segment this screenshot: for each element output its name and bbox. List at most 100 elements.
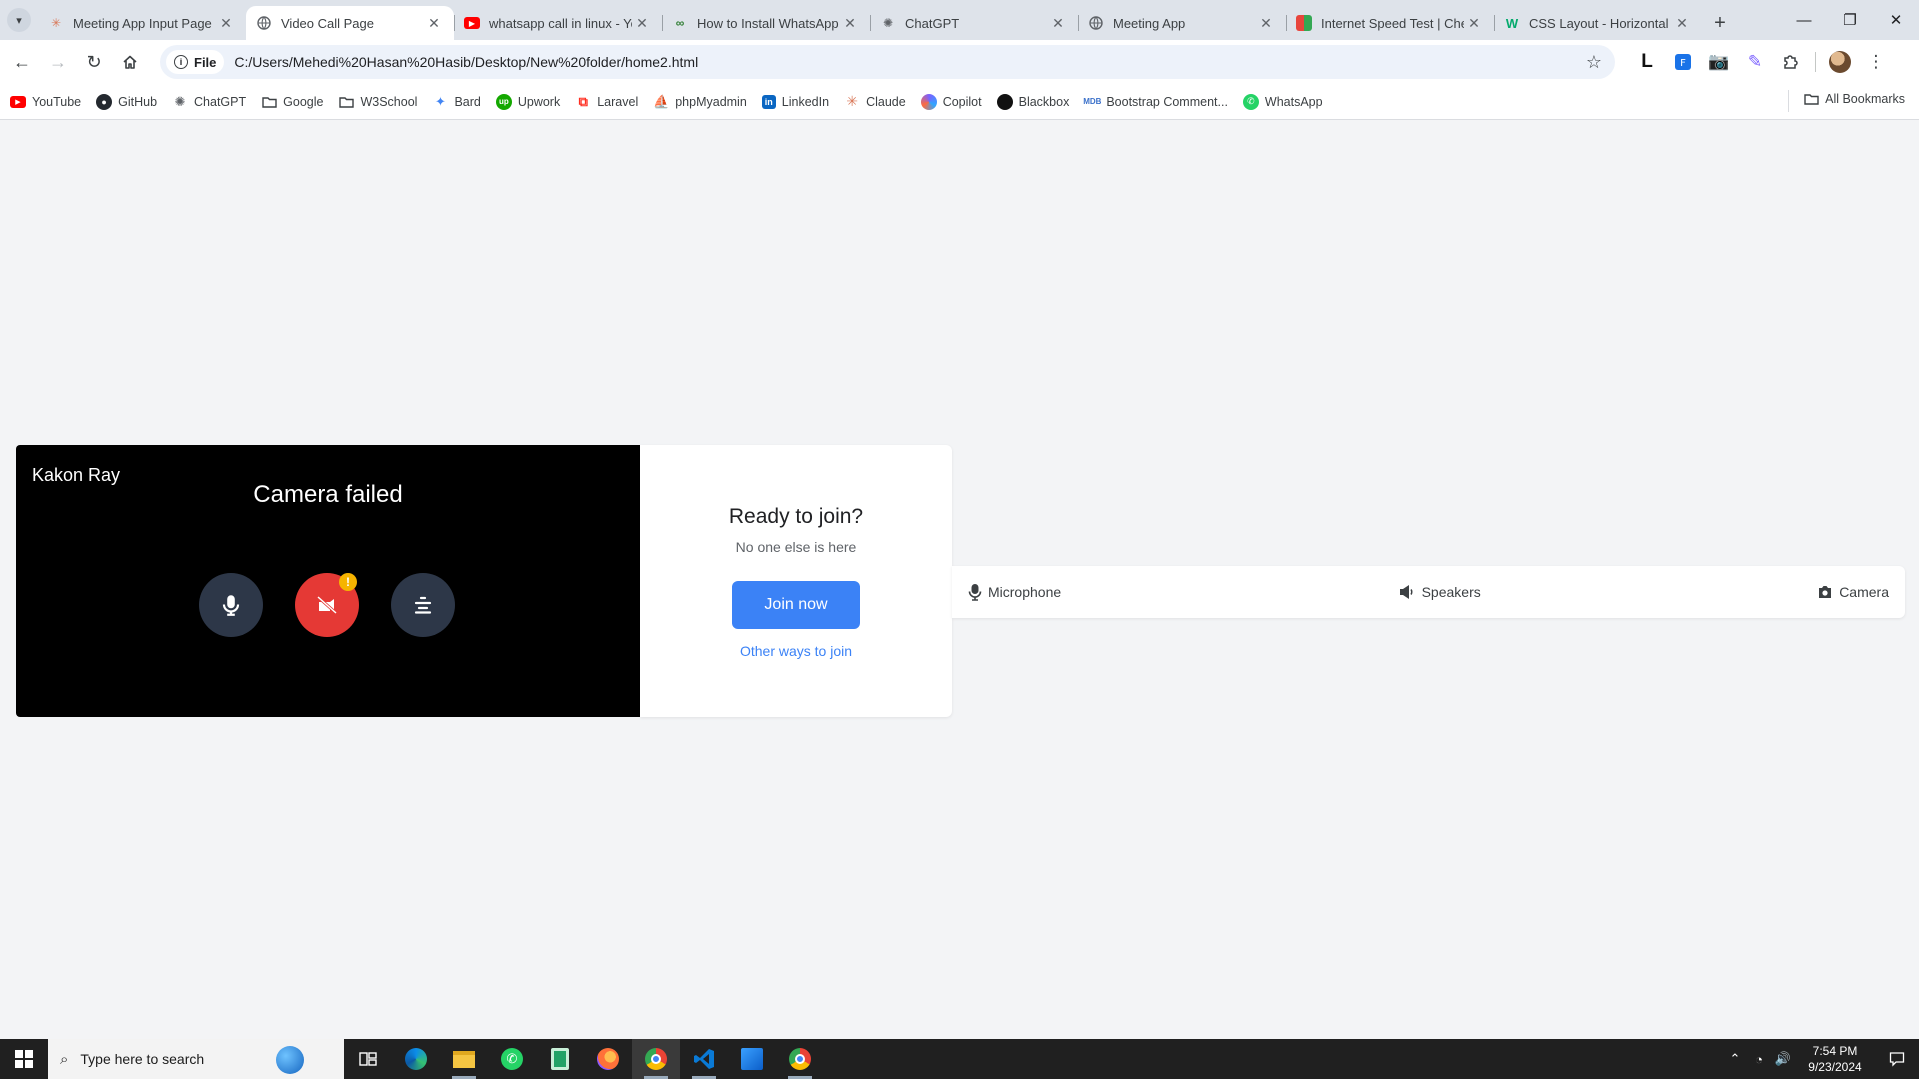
tab[interactable]: Internet Speed Test | Che ✕ bbox=[1286, 6, 1494, 40]
close-icon[interactable]: ✕ bbox=[1672, 15, 1692, 32]
site-info-chip[interactable]: i File bbox=[166, 50, 225, 74]
effects-button[interactable] bbox=[391, 573, 455, 637]
tab[interactable]: Meeting App ✕ bbox=[1078, 6, 1286, 40]
avatar bbox=[1829, 51, 1851, 73]
close-icon[interactable]: ✕ bbox=[1464, 15, 1484, 32]
forward-button[interactable]: → bbox=[40, 44, 76, 80]
firefox-taskbar-icon[interactable] bbox=[584, 1039, 632, 1079]
bookmark-linkedin[interactable]: in LinkedIn bbox=[761, 94, 829, 109]
close-icon[interactable]: ✕ bbox=[424, 15, 444, 32]
join-now-button[interactable]: Join now bbox=[732, 581, 860, 629]
chevron-up-icon[interactable]: ⌃ bbox=[1723, 1051, 1747, 1067]
extension-l-icon[interactable]: L bbox=[1629, 44, 1665, 80]
bookmark-star-icon[interactable]: ☆ bbox=[1579, 52, 1609, 73]
bookmark-label: ChatGPT bbox=[194, 94, 247, 109]
close-icon[interactable]: ✕ bbox=[632, 15, 652, 32]
clock[interactable]: 7:54 PM 9/23/2024 bbox=[1795, 1043, 1875, 1075]
network-icon[interactable]: ◔ bbox=[1747, 1052, 1771, 1067]
taskbar-search[interactable]: ⌕ Type here to search bbox=[48, 1039, 344, 1079]
microphone-select[interactable]: Microphone bbox=[968, 583, 1061, 601]
start-button[interactable] bbox=[0, 1039, 48, 1079]
bookmark-chatgpt[interactable]: ✺ ChatGPT bbox=[172, 94, 247, 110]
bookmark-claude[interactable]: ✳ Claude bbox=[844, 93, 906, 110]
close-icon[interactable]: ✕ bbox=[216, 15, 236, 32]
bookmark-copilot[interactable]: Copilot bbox=[920, 93, 982, 110]
tab[interactable]: ✺ ChatGPT ✕ bbox=[870, 6, 1078, 40]
browser-toolbar: ← → ↻ i File C:/Users/Mehedi%20Hasan%20H… bbox=[0, 40, 1919, 84]
clock-date: 9/23/2024 bbox=[1808, 1060, 1862, 1074]
bookmark-folder-w3school[interactable]: W3School bbox=[338, 94, 417, 110]
minimize-button[interactable]: — bbox=[1781, 0, 1827, 40]
other-ways-to-join-link[interactable]: Other ways to join bbox=[640, 643, 952, 659]
bookmark-blackbox[interactable]: Blackbox bbox=[996, 93, 1070, 110]
menu-button[interactable]: ⋮ bbox=[1858, 44, 1894, 80]
tab[interactable]: ∞ How to Install WhatsApp ✕ bbox=[662, 6, 870, 40]
speakers-select[interactable]: Speakers bbox=[1398, 584, 1481, 600]
tab[interactable]: ✳ Meeting App Input Page ✕ bbox=[38, 6, 246, 40]
url-text[interactable]: C:/Users/Mehedi%20Hasan%20Hasib/Desktop/… bbox=[234, 54, 1579, 70]
claude-icon: ✳ bbox=[846, 93, 858, 109]
bookmark-label: GitHub bbox=[118, 94, 158, 109]
notifications-button[interactable] bbox=[1875, 1051, 1919, 1067]
upwork-icon: up bbox=[495, 93, 512, 110]
edge-taskbar-icon[interactable] bbox=[392, 1039, 440, 1079]
bookmark-upwork[interactable]: up Upwork bbox=[495, 93, 560, 110]
bookmark-youtube[interactable]: ▶ YouTube bbox=[10, 95, 81, 109]
chrome-taskbar-icon[interactable] bbox=[632, 1039, 680, 1079]
extension-translate-icon[interactable]: F bbox=[1665, 44, 1701, 80]
bookmark-folder-google[interactable]: Google bbox=[261, 94, 323, 110]
task-view-button[interactable] bbox=[344, 1039, 392, 1079]
linkedin-icon: in bbox=[761, 94, 776, 109]
arrow-left-icon: ← bbox=[13, 51, 31, 72]
bookmark-laravel[interactable]: ⧉ Laravel bbox=[575, 94, 639, 110]
camera-icon bbox=[1819, 586, 1832, 598]
close-icon[interactable]: ✕ bbox=[840, 15, 860, 32]
all-bookmarks-button[interactable]: All Bookmarks bbox=[1788, 90, 1905, 112]
tab-title: Meeting App Input Page bbox=[73, 15, 212, 31]
device-settings-bar: Microphone Speakers Camera bbox=[952, 566, 1905, 618]
bookmark-phpmyadmin[interactable]: ⛵ phpMyadmin bbox=[653, 94, 747, 110]
plus-icon: + bbox=[1714, 11, 1726, 34]
restore-icon: ❐ bbox=[1843, 12, 1857, 29]
close-window-button[interactable]: ✕ bbox=[1873, 0, 1919, 40]
info-icon: i bbox=[174, 55, 188, 69]
whatsapp-taskbar-icon[interactable]: ✆ bbox=[488, 1039, 536, 1079]
close-icon[interactable]: ✕ bbox=[1256, 15, 1276, 32]
file-explorer-taskbar-icon[interactable] bbox=[440, 1039, 488, 1079]
chrome-second-taskbar-icon[interactable] bbox=[776, 1039, 824, 1079]
tab[interactable]: W CSS Layout - Horizontal & ✕ bbox=[1494, 6, 1702, 40]
camera-toggle-button[interactable]: ! bbox=[295, 573, 359, 637]
profile-button[interactable] bbox=[1822, 44, 1858, 80]
reload-button[interactable]: ↻ bbox=[76, 44, 112, 80]
tab-title: whatsapp call in linux - Yo bbox=[489, 15, 632, 31]
restore-button[interactable]: ❐ bbox=[1827, 0, 1873, 40]
bookmark-label: Blackbox bbox=[1018, 94, 1070, 109]
close-icon[interactable]: ✕ bbox=[1048, 15, 1068, 32]
warning-badge: ! bbox=[339, 573, 357, 591]
address-bar[interactable]: i File C:/Users/Mehedi%20Hasan%20Hasib/D… bbox=[160, 45, 1615, 79]
more-vertical-icon: ⋮ bbox=[1867, 52, 1885, 71]
back-button[interactable]: ← bbox=[4, 44, 40, 80]
microphone-toggle-button[interactable] bbox=[199, 573, 263, 637]
tab-title: Internet Speed Test | Che bbox=[1321, 15, 1464, 31]
bookmark-bard[interactable]: ✦ Bard bbox=[432, 94, 481, 110]
bookmark-bootstrap-comments[interactable]: MDB Bootstrap Comment... bbox=[1083, 94, 1228, 110]
paint-taskbar-icon[interactable] bbox=[728, 1039, 776, 1079]
extensions-puzzle-icon[interactable] bbox=[1773, 44, 1809, 80]
bookmark-github[interactable]: ● GitHub bbox=[96, 93, 158, 110]
camera-status: Camera failed bbox=[253, 481, 403, 508]
volume-icon[interactable]: 🔊 bbox=[1771, 1051, 1795, 1067]
home-button[interactable] bbox=[112, 44, 148, 80]
phpmyadmin-icon: ⛵ bbox=[653, 93, 670, 109]
tab[interactable]: ▶ whatsapp call in linux - Yo ✕ bbox=[454, 6, 662, 40]
svg-text:F: F bbox=[1680, 58, 1686, 69]
camera-extension-icon[interactable]: 📷 bbox=[1701, 44, 1737, 80]
tab-search-button[interactable]: ▾ bbox=[0, 0, 38, 40]
pen-extension-icon[interactable]: ✎ bbox=[1737, 44, 1773, 80]
bookmark-whatsapp[interactable]: ✆ WhatsApp bbox=[1242, 93, 1323, 110]
sheets-taskbar-icon[interactable] bbox=[536, 1039, 584, 1079]
camera-select[interactable]: Camera bbox=[1817, 584, 1889, 600]
tab-active[interactable]: Video Call Page ✕ bbox=[246, 6, 454, 40]
new-tab-button[interactable]: + bbox=[1702, 6, 1738, 40]
vscode-taskbar-icon[interactable] bbox=[680, 1039, 728, 1079]
